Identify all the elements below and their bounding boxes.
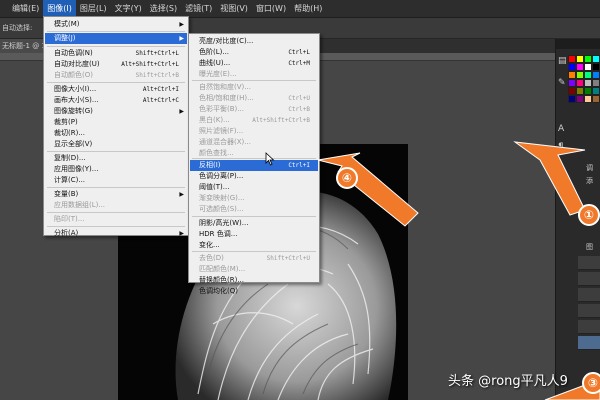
callout-three: ③ — [582, 372, 600, 394]
mouse-cursor-icon — [265, 152, 275, 166]
callout-four: ④ — [336, 167, 358, 189]
callout-one: ① — [578, 204, 600, 226]
arrow-four — [317, 152, 419, 227]
arrow-one — [513, 141, 586, 216]
annotation-arrows — [317, 141, 600, 400]
photoshop-window: 编辑(E) 图像(I) 图层(L) 文字(Y) 选择(S) 滤镜(T) 视图(V… — [0, 0, 600, 400]
watermark: 头条 @rong平凡人9 — [448, 374, 568, 389]
